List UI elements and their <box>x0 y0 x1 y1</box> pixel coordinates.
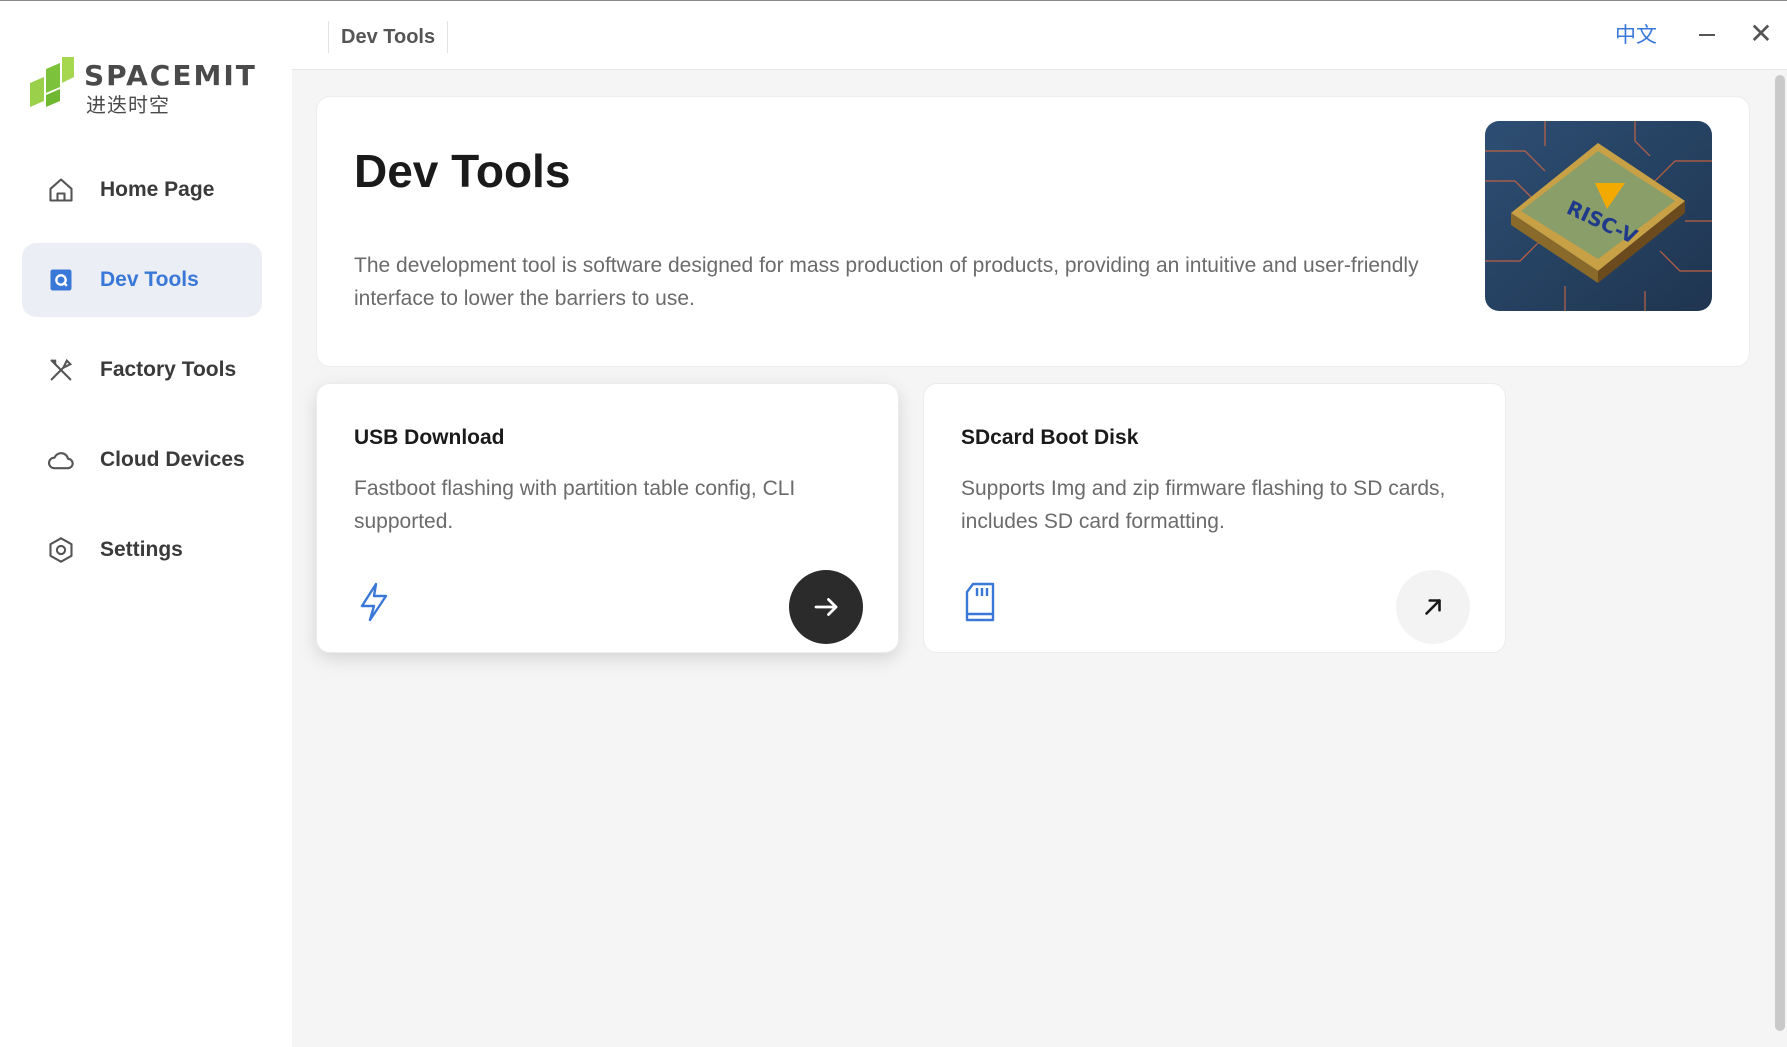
open-sdcard-boot-disk-button[interactable] <box>1396 570 1470 644</box>
card-title: USB Download <box>354 426 505 449</box>
dev-tools-icon <box>46 265 76 295</box>
usb-download-card[interactable]: USB Download Fastboot flashing with part… <box>316 383 899 653</box>
sidebar-item-label: Home Page <box>100 178 215 201</box>
main-content: Dev Tools 中文 ✕ Dev Tools The development… <box>292 1 1787 1047</box>
page-title: Dev Tools <box>354 145 571 197</box>
sidebar-item-label: Dev Tools <box>100 268 199 291</box>
settings-icon <box>46 535 76 565</box>
minimize-icon[interactable] <box>1692 17 1722 51</box>
brand-name: SPACEMIT <box>84 59 257 92</box>
logo-mark-icon <box>30 57 74 107</box>
language-toggle[interactable]: 中文 <box>1615 19 1657 49</box>
sidebar-item-label: Factory Tools <box>100 358 237 381</box>
hero-banner: Dev Tools The development tool is softwa… <box>316 96 1750 367</box>
cloud-icon <box>46 445 76 475</box>
tab-dev-tools[interactable]: Dev Tools <box>328 21 449 53</box>
sd-card-icon <box>965 582 995 622</box>
tools-icon <box>46 355 76 385</box>
sidebar-nav: Home Page Dev Tools Factory Tools Cloud … <box>22 153 262 603</box>
brand-name-cn: 进迭时空 <box>86 93 170 117</box>
sidebar-item-label: Cloud Devices <box>100 448 245 471</box>
page-description: The development tool is software designe… <box>354 254 1419 310</box>
title-bar: Dev Tools 中文 ✕ <box>292 1 1787 70</box>
spacemit-logo: SPACEMIT 进迭时空 <box>30 53 260 117</box>
sidebar-item-cloud-devices[interactable]: Cloud Devices <box>22 423 262 497</box>
card-description: Fastboot flashing with partition table c… <box>354 477 796 533</box>
sidebar-item-label: Settings <box>100 538 183 561</box>
card-description: Supports Img and zip firmware flashing t… <box>961 477 1446 533</box>
card-title: SDcard Boot Disk <box>961 426 1139 449</box>
scrollbar[interactable] <box>1775 75 1785 1031</box>
sidebar: SPACEMIT 进迭时空 Home Page Dev Tools Factor… <box>0 1 292 1047</box>
arrow-right-icon <box>814 598 838 616</box>
lightning-icon <box>360 582 388 622</box>
sidebar-item-settings[interactable]: Settings <box>22 513 262 587</box>
arrow-up-right-icon <box>1425 599 1441 615</box>
sidebar-item-factory-tools[interactable]: Factory Tools <box>22 333 262 407</box>
risc-v-chip-image: RISC-V <box>1485 121 1712 311</box>
open-usb-download-button[interactable] <box>789 570 863 644</box>
sidebar-item-dev-tools[interactable]: Dev Tools <box>22 243 262 317</box>
close-icon[interactable]: ✕ <box>1744 17 1778 51</box>
sdcard-boot-disk-card[interactable]: SDcard Boot Disk Supports Img and zip fi… <box>923 383 1506 653</box>
sidebar-item-home-page[interactable]: Home Page <box>22 153 262 227</box>
home-icon <box>46 175 76 205</box>
